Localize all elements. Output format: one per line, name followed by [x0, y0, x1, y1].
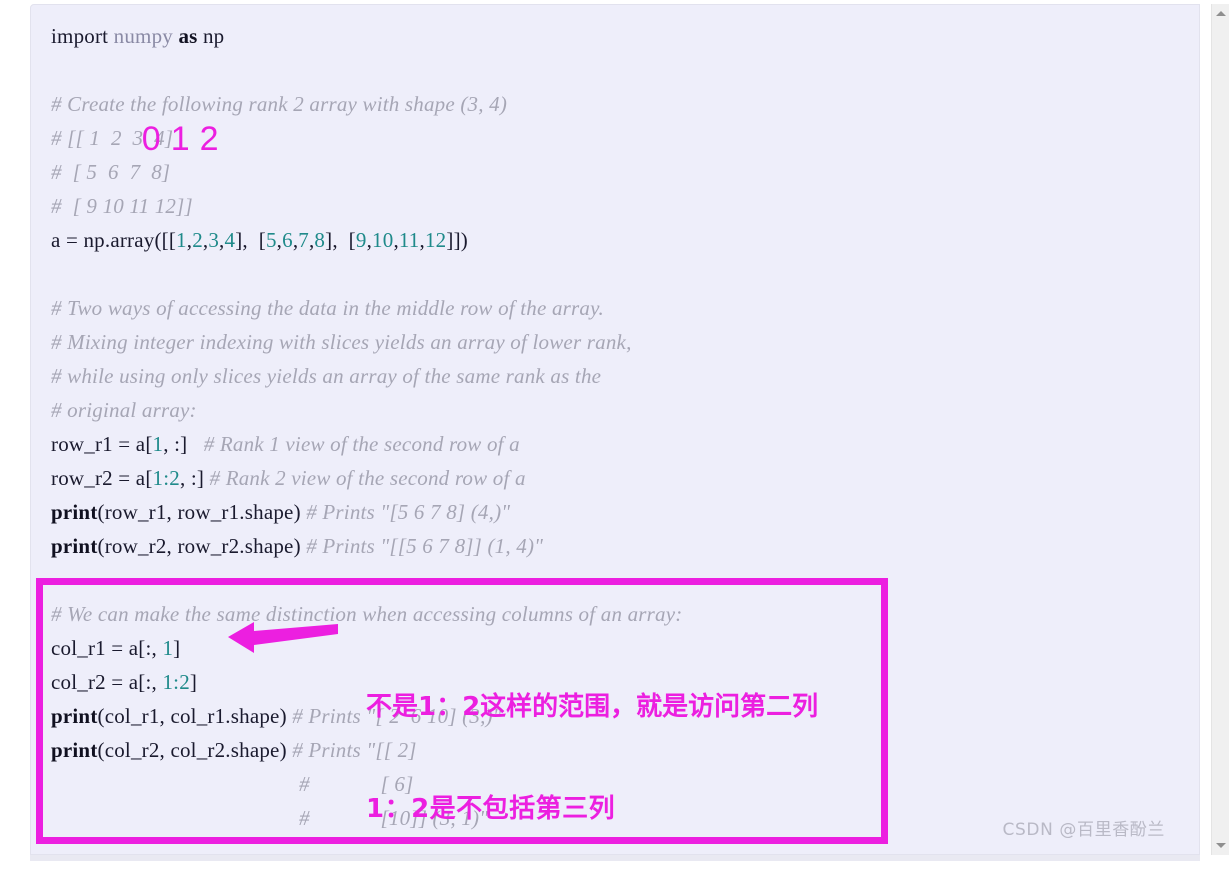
- code-line-row-r1: row_r1 = a[1, :] # Rank 1 view of the se…: [51, 427, 1171, 461]
- token-num-9: 9: [355, 228, 367, 252]
- annotation-note-line-2: 1：2是不包括第三列: [366, 794, 616, 824]
- token-col-r2-index: 1:2: [162, 670, 190, 694]
- token-num-10: 10: [372, 228, 394, 252]
- token-col-r1-index: 1: [162, 636, 174, 660]
- code-line-print-row-r2: print(row_r2, row_r2.shape) # Prints "[[…: [51, 529, 1171, 563]
- annotation-note: 不是1：2这样的范围，就是访问第二列 1：2是不包括第三列: [366, 622, 818, 894]
- token-row-r1-index: 1: [152, 432, 164, 456]
- token-array-mid-1: ], [: [235, 228, 266, 252]
- token-print-2-comment: # Prints "[[5 6 7 8]] (1, 4)": [300, 534, 544, 558]
- token-col-r2-tail: ]: [189, 670, 198, 694]
- token-row-r2-tail: , :]: [179, 466, 205, 490]
- token-print-4: print: [51, 738, 98, 762]
- left-arrow-icon: [228, 622, 338, 653]
- token-numpy: numpy: [113, 24, 179, 48]
- token-row-r1-head: row_r1 = a[: [51, 432, 153, 456]
- code-line-blank-3: [51, 563, 1171, 597]
- code-line-array-assign: a = np.array([[1,2,3,4], [5,6,7,8], [9,1…: [51, 228, 468, 252]
- token-print-3: print: [51, 704, 98, 728]
- token-array-mid-2: ], [: [325, 228, 356, 252]
- vertical-scrollbar[interactable]: [1211, 4, 1229, 855]
- index-digit-1: 1: [170, 120, 190, 158]
- token-col-r1-head: col_r1 = a[:,: [51, 636, 163, 660]
- token-col-r1-tail: ]: [173, 636, 181, 660]
- token-as: as: [178, 24, 198, 48]
- token-col-r2-head: col_r2 = a[:,: [51, 670, 163, 694]
- token-num-6: 6: [282, 228, 293, 252]
- token-num-2: 2: [192, 228, 203, 252]
- token-num-7: 7: [298, 228, 309, 252]
- scroll-down-arrow-icon[interactable]: [1212, 837, 1229, 854]
- token-num-11: 11: [398, 228, 420, 252]
- page-root: import numpy as np # Create the followin…: [0, 0, 1230, 867]
- token-row-r2-comment: # Rank 2 view of the second row of a: [204, 466, 526, 490]
- token-array-end: ]]): [446, 228, 468, 252]
- code-line-comment-original: # original array:: [51, 398, 197, 422]
- code-line-import: import numpy as np: [51, 19, 1171, 53]
- token-array-head: a = np.array([[: [51, 228, 177, 252]
- token-num-8: 8: [314, 228, 326, 252]
- token-np: np: [197, 24, 225, 48]
- scroll-up-arrow-icon[interactable]: [1212, 5, 1229, 22]
- token-print-4-args: (col_r2, col_r2.shape): [97, 738, 287, 762]
- token-print-2: print: [51, 534, 98, 558]
- code-line-comment-row3: # [ 9 10 11 12]]: [51, 194, 193, 218]
- token-print-1: print: [51, 500, 98, 524]
- code-line-blank-1: [51, 53, 1171, 87]
- token-row-r1-comment: # Rank 1 view of the second row of a: [187, 432, 520, 456]
- token-num-5: 5: [265, 228, 277, 252]
- annotation-note-line-1: 不是1：2这样的范围，就是访问第二列: [366, 692, 819, 722]
- token-print-1-comment: # Prints "[5 6 7 8] (4,)": [300, 500, 511, 524]
- csdn-watermark: CSDN @百里香酚兰: [1002, 820, 1165, 840]
- code-line-comment-mixing: # Mixing integer indexing with slices yi…: [51, 330, 632, 354]
- token-print-3-args: (col_r1, col_r1.shape): [97, 704, 287, 728]
- token-row-r2-index: 1:2: [152, 466, 180, 490]
- token-row-r2-head: row_r2 = a[: [51, 466, 153, 490]
- token-print-1-args: (row_r1, row_r1.shape): [97, 500, 301, 524]
- code-line-comment-twoways: # Two ways of accessing the data in the …: [51, 296, 604, 320]
- token-row-r1-tail: , :]: [163, 432, 188, 456]
- code-line-comment-while: # while using only slices yields an arra…: [51, 364, 602, 388]
- code-line-row-r2: row_r2 = a[1:2, :] # Rank 2 view of the …: [51, 461, 1171, 495]
- code-line-blank-2: [51, 257, 1171, 291]
- token-import: import: [51, 24, 114, 48]
- token-num-12: 12: [424, 228, 447, 252]
- code-line-print-row-r1: print(row_r1, row_r1.shape) # Prints "[5…: [51, 495, 1171, 529]
- token-num-4: 4: [224, 228, 236, 252]
- token-num-3: 3: [208, 228, 220, 252]
- token-print-2-args: (row_r2, row_r2.shape): [97, 534, 301, 558]
- token-num-1: 1: [176, 228, 187, 252]
- column-index-annotation: 012: [104, 88, 229, 190]
- index-digit-2: 2: [199, 120, 219, 158]
- index-digit-0: 0: [141, 120, 161, 158]
